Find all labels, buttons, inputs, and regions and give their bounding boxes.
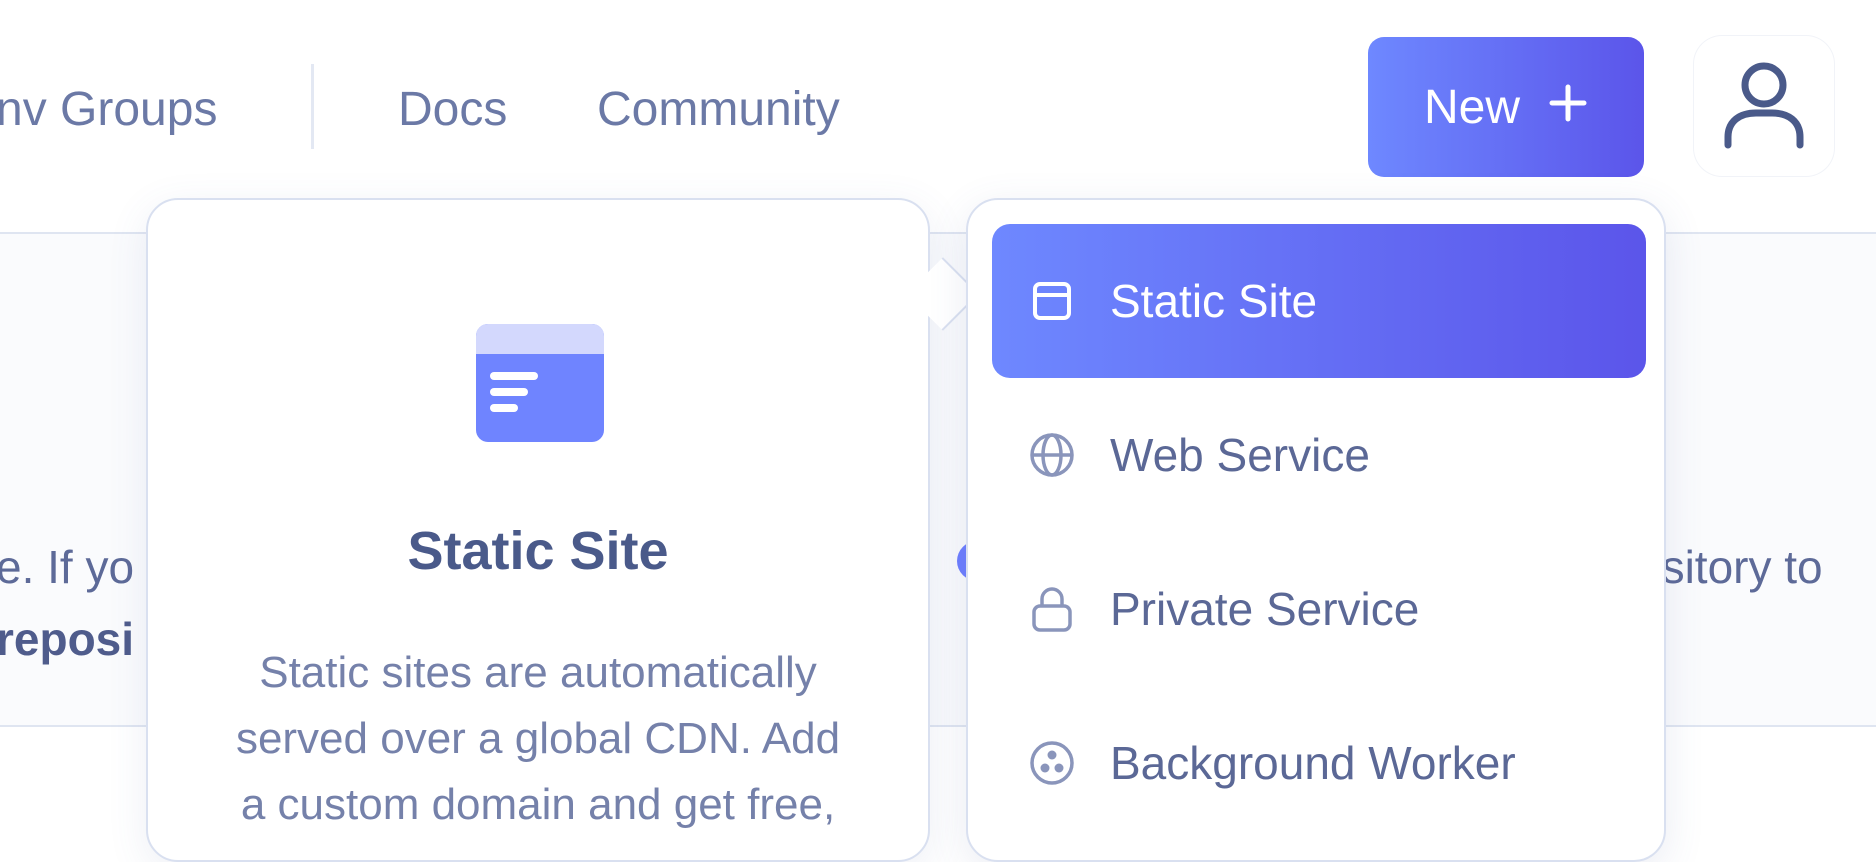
- new-service-menu: Static Site Web Service Private Service: [966, 198, 1666, 862]
- nav-link-community[interactable]: Community: [597, 82, 840, 137]
- nav-link-docs[interactable]: Docs: [398, 82, 507, 137]
- user-icon: [1722, 59, 1806, 154]
- static-site-illustration: [476, 324, 604, 447]
- menu-item-web-service[interactable]: Web Service: [992, 378, 1646, 532]
- menu-item-label: Web Service: [1110, 429, 1370, 481]
- nav-link-env-groups[interactable]: nv Groups: [0, 82, 217, 137]
- menu-item-private-service[interactable]: Private Service: [992, 532, 1646, 686]
- preview-title: Static Site: [407, 521, 669, 581]
- background-link-text: reposi: [0, 613, 135, 665]
- globe-icon: [1028, 431, 1076, 479]
- menu-item-label: Private Service: [1110, 583, 1420, 635]
- worker-dots-icon: [1028, 739, 1076, 787]
- preview-description: Static sites are automatically served ov…: [198, 640, 878, 838]
- plus-icon: [1548, 80, 1588, 135]
- nav-divider: [311, 64, 314, 149]
- menu-item-label: Background Worker: [1110, 737, 1516, 789]
- new-button[interactable]: New: [1368, 37, 1644, 177]
- preview-description-line: a custom domain and get free,: [240, 780, 836, 829]
- lock-icon: [1028, 585, 1076, 633]
- menu-item-background-worker[interactable]: Background Worker: [992, 686, 1646, 840]
- new-button-label: New: [1423, 80, 1521, 134]
- user-menu-button[interactable]: [1694, 36, 1834, 176]
- preview-description-line: served over a global CDN. Add: [235, 714, 841, 763]
- browser-window-icon: [1028, 277, 1076, 325]
- preview-description-line: Static sites are automatically: [259, 648, 817, 697]
- menu-item-static-site[interactable]: Static Site: [992, 224, 1646, 378]
- menu-item-label: Static Site: [1110, 275, 1318, 327]
- background-text: e. If yo: [0, 541, 135, 593]
- service-preview-card: Static Site Static sites are automatical…: [146, 198, 930, 862]
